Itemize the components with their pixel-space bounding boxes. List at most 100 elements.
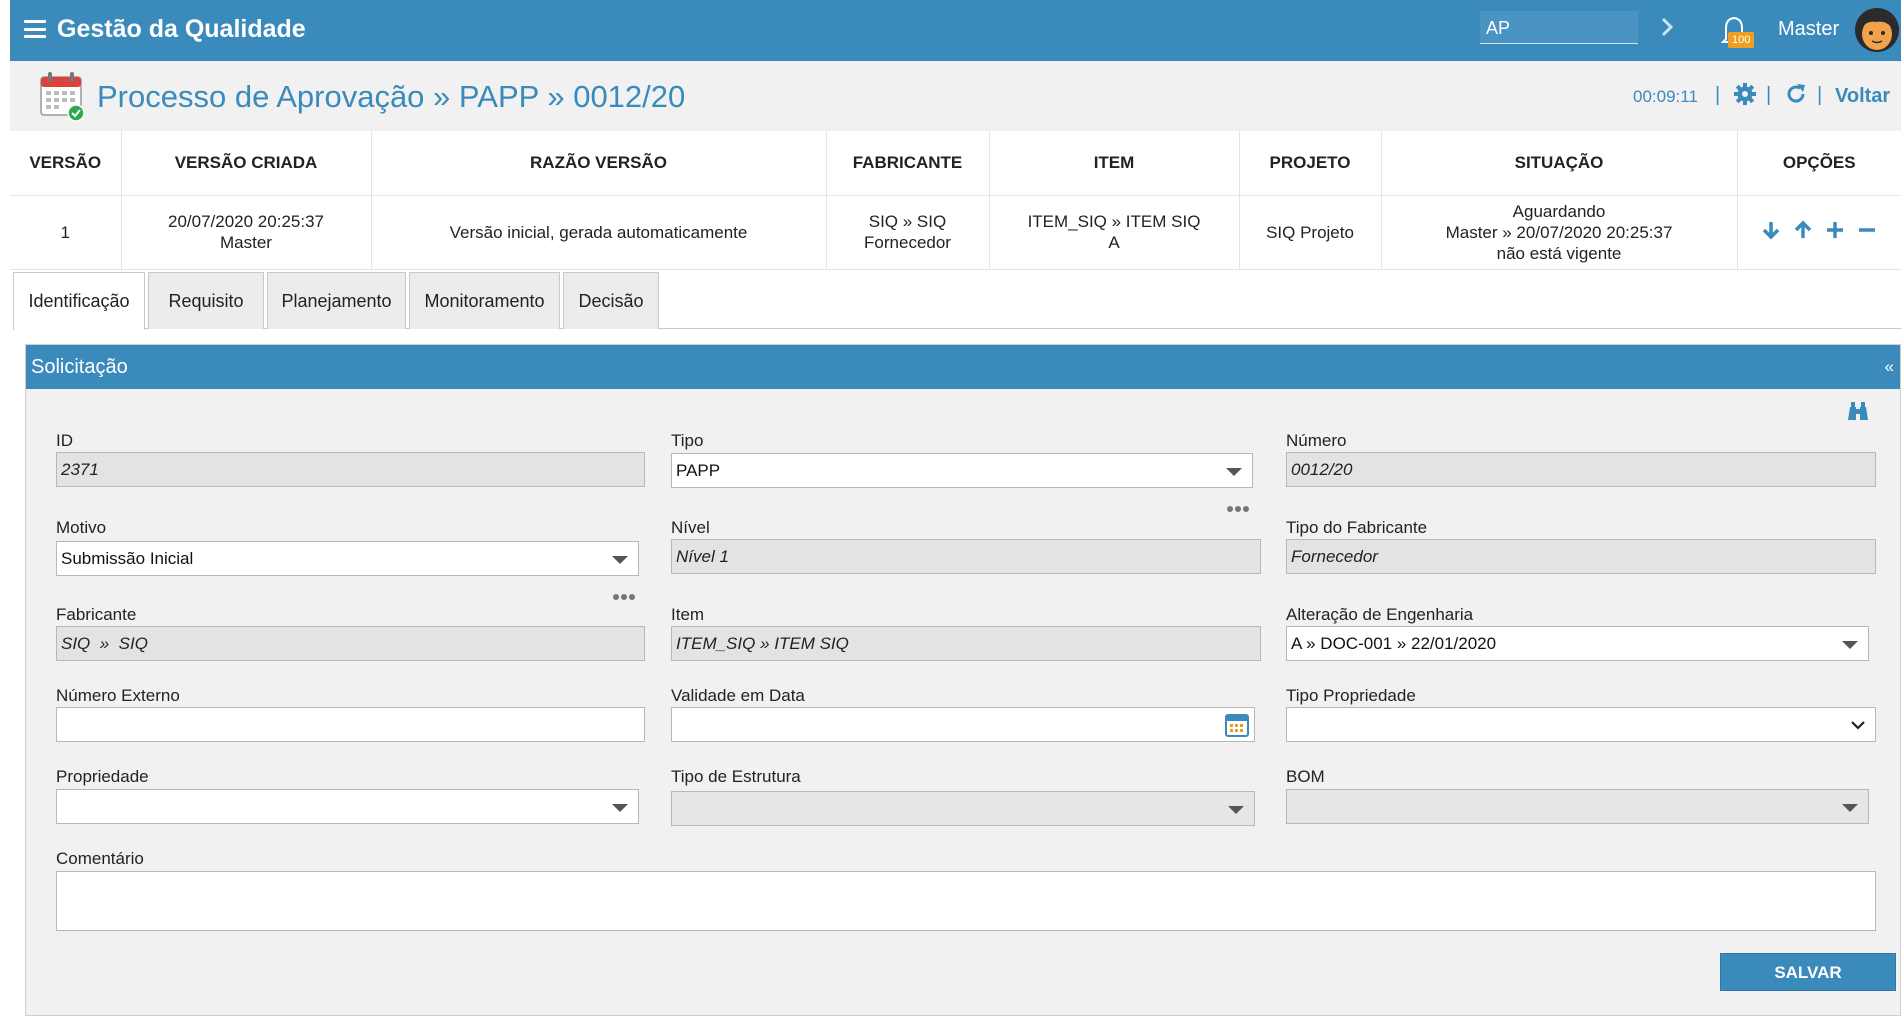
more-options-icon[interactable] [1227,497,1253,512]
numero-externo-label: Número Externo [56,686,180,705]
id-field: 2371 [56,452,645,487]
panel-title: Solicitação [31,356,128,378]
menu-icon[interactable] [24,20,46,38]
tab-bar: Identificação Requisito Planejamento Mon… [13,272,1901,330]
tipo-select[interactable]: PAPP [671,453,1253,488]
caret-down-icon [1226,468,1242,476]
table-header-row: VERSÃO VERSÃO CRIADA RAZÃO VERSÃO FABRIC… [10,131,1901,196]
more-options-icon[interactable] [613,585,639,600]
cell-opcoes [1737,195,1901,270]
tipo-fabricante-label: Tipo do Fabricante [1286,518,1428,537]
tipo-estrutura-label: Tipo de Estrutura [671,767,801,786]
tipo-propriedade-select[interactable] [1286,707,1876,742]
caret-down-icon [612,804,628,812]
col-header: PROJETO [1239,131,1382,196]
cell-line: Master » 20/07/2020 20:25:37 [1445,222,1673,242]
comentario-textarea[interactable] [56,871,1876,931]
page-header: Processo de Aprovação » PAPP » 0012/20 0… [10,61,1901,131]
separator: | [1817,84,1823,106]
cell-line: Fornecedor [864,233,951,252]
numero-externo-input[interactable] [56,707,645,742]
caret-down-icon [1842,641,1858,649]
avatar[interactable] [1855,8,1899,52]
tipo-estrutura-select [671,791,1255,826]
tipo-fabricante-field: Fornecedor [1286,539,1876,574]
cell-fabricante: SIQ » SIQ Fornecedor [826,195,990,270]
motivo-label: Motivo [56,518,107,537]
cell-razao: Versão inicial, gerada automaticamente [371,195,827,270]
nivel-label: Nível [671,518,710,537]
tipo-label: Tipo [671,431,704,450]
propriedade-select[interactable] [56,789,639,824]
motivo-select[interactable]: Submissão Inicial [56,541,639,576]
plus-icon[interactable] [1824,219,1846,241]
comentario-label: Comentário [56,849,144,868]
app-title: Gestão da Qualidade [57,15,306,43]
tab-planejamento[interactable]: Planejamento [267,272,406,329]
cell-item: ITEM_SIQ » ITEM SIQ A [989,195,1240,270]
arrow-up-icon[interactable] [1792,219,1814,241]
binoculars-icon[interactable] [1846,401,1870,423]
calendar-check-icon [40,72,85,122]
cell-projeto: SIQ Projeto [1239,195,1382,270]
cell-line: SIQ » SIQ [868,212,947,231]
tipo-propriedade-label: Tipo Propriedade [1286,686,1416,705]
caret-down-icon [1228,806,1244,814]
collapse-icon[interactable]: « [1885,357,1894,377]
fabricante-field: SIQ » SIQ [56,626,645,661]
bom-select [1286,789,1869,824]
cell-line: não está vigente [1496,243,1622,263]
session-timer: 00:09:11 [1633,87,1698,106]
versions-table: VERSÃO VERSÃO CRIADA RAZÃO VERSÃO FABRIC… [10,131,1901,270]
cell-line: 20/07/2020 20:25:37 [168,212,324,231]
cell-line: Master [220,233,272,252]
col-header: SITUAÇÃO [1381,131,1738,196]
col-header: FABRICANTE [826,131,990,196]
table-row[interactable]: 1 20/07/2020 20:25:37 Master Versão inic… [10,195,1901,270]
cell-versao: 1 [10,195,122,270]
nivel-field: Nível 1 [671,539,1261,574]
tab-decisao[interactable]: Decisão [563,272,659,329]
numero-label: Número [1286,431,1347,450]
solicitacao-panel: Solicitação « ID 2371 Tipo PAPP Número 0… [25,344,1901,1016]
cell-line: A [1108,233,1120,252]
tab-requisito[interactable]: Requisito [148,272,264,329]
user-name[interactable]: Master [1778,18,1839,41]
caret-down-icon [612,556,628,564]
validade-input[interactable] [671,707,1255,742]
tipo-value: PAPP [676,461,721,480]
col-header: ITEM [989,131,1240,196]
fabricante-label: Fabricante [56,605,137,624]
search-input[interactable]: AP [1480,11,1638,44]
col-header: VERSÃO [10,131,122,196]
separator: | [1766,84,1772,106]
bom-label: BOM [1286,767,1325,786]
alteracao-engenharia-value: A » DOC-001 » 22/01/2020 [1291,634,1497,653]
col-header: VERSÃO CRIADA [121,131,372,196]
caret-down-icon [1842,804,1858,812]
minus-icon[interactable] [1856,219,1878,241]
col-header: OPÇÕES [1737,131,1901,196]
save-button[interactable]: SALVAR [1720,953,1896,991]
cell-versao-criada: 20/07/2020 20:25:37 Master [121,195,372,270]
motivo-value: Submissão Inicial [61,549,194,568]
calendar-icon[interactable] [1224,712,1250,738]
refresh-icon[interactable] [1784,82,1808,106]
item-field: ITEM_SIQ » ITEM SIQ [671,626,1261,661]
notification-badge: 100 [1728,32,1755,48]
tab-monitoramento[interactable]: Monitoramento [409,272,560,329]
cell-line: Aguardando [1512,201,1606,221]
arrow-down-icon[interactable] [1760,219,1782,241]
alteracao-engenharia-label: Alteração de Engenharia [1286,605,1474,624]
separator: | [1715,84,1721,106]
top-bar: Gestão da Qualidade AP 100 Master [10,0,1901,61]
alteracao-engenharia-select[interactable]: A » DOC-001 » 22/01/2020 [1286,626,1869,661]
back-link[interactable]: Voltar [1835,85,1890,108]
tab-identificacao[interactable]: Identificação [13,272,145,330]
page-title: Processo de Aprovação » PAPP » 0012/20 [97,79,686,114]
item-label: Item [671,605,705,624]
panel-header: Solicitação « [26,345,1900,389]
chevron-right-icon[interactable] [1658,14,1678,40]
gear-icon[interactable] [1733,82,1757,106]
chevron-down-icon [1851,721,1865,730]
